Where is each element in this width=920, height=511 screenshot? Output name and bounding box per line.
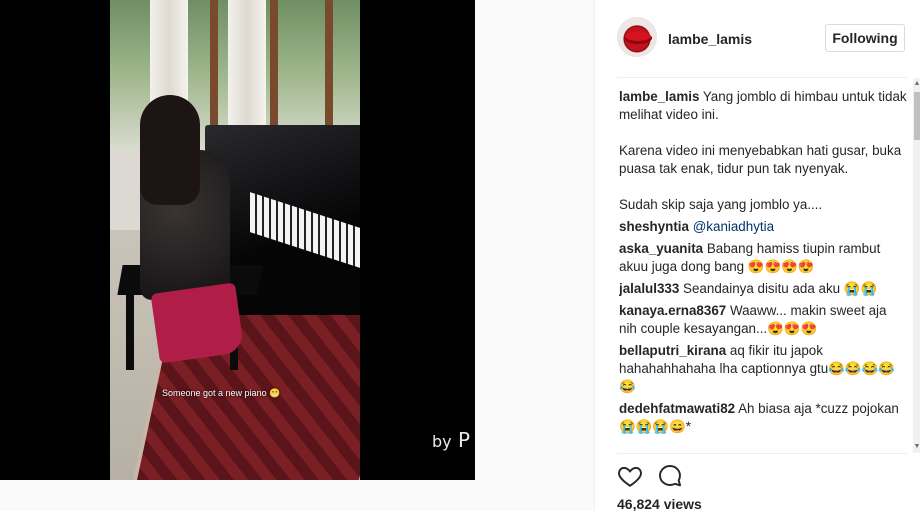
comment-mention[interactable]: @kaniadhytia (693, 219, 774, 234)
comments-scrollbar[interactable]: ▲ ▼ (913, 78, 920, 453)
heart-icon (618, 466, 642, 487)
comment-icon (659, 465, 682, 487)
comment-item: bellaputri_kirana aq fikir itu japok hah… (619, 342, 907, 396)
post-username[interactable]: lambe_lamis (668, 31, 752, 47)
watermark-by: by (432, 432, 452, 451)
like-button[interactable] (617, 463, 643, 489)
comment-username[interactable]: kanaya.erna8367 (619, 303, 726, 318)
grin-emoji-icon: 😬 (269, 388, 281, 398)
watermark-mark: P (457, 428, 471, 452)
scroll-up-arrow-icon[interactable]: ▲ (913, 80, 920, 88)
comment-button[interactable] (657, 463, 683, 489)
instagram-post-page: Someone got a new piano 😬 by P lambe_lam… (0, 0, 920, 511)
actions-divider (617, 453, 907, 454)
comment-item: kanaya.erna8367 Waaww... makin sweet aja… (619, 302, 907, 338)
caption-paragraph: Karena video ini menyebabkan hati gusar,… (619, 143, 902, 176)
caption-paragraph: Sudah skip saja yang jomblo ya.... (619, 197, 823, 212)
post-side-panel: lambe_lamis Following lambe_lamis Yang j… (594, 0, 920, 511)
caption-username[interactable]: lambe_lamis (619, 89, 699, 104)
view-count: 46,824 views (617, 496, 702, 511)
comment-username[interactable]: bellaputri_kirana (619, 343, 726, 358)
comment-username[interactable]: sheshyntia (619, 219, 689, 234)
magenta-cloth (150, 282, 245, 364)
comment-item: aska_yuanita Babang hamiss tiupin rambut… (619, 240, 907, 276)
scrollbar-thumb[interactable] (914, 92, 920, 140)
avatar[interactable] (617, 17, 657, 57)
bench-leg (126, 290, 134, 370)
video-watermark: by P (432, 428, 470, 452)
comment-item: sheshyntia @kaniadhytia (619, 218, 907, 236)
post-header: lambe_lamis Following (595, 0, 920, 77)
comment-username[interactable]: aska_yuanita (619, 241, 703, 256)
post-caption: lambe_lamis Yang jomblo di himbau untuk … (619, 88, 907, 214)
caption-paragraph: lambe_lamis Yang jomblo di himbau untuk … (619, 88, 907, 124)
header-divider (617, 77, 907, 78)
media-area: Someone got a new piano 😬 by P (0, 0, 594, 511)
video-caption-text: Someone got a new piano (162, 388, 267, 398)
person-hair (140, 95, 200, 205)
scroll-down-arrow-icon[interactable]: ▼ (913, 443, 920, 451)
comments-list[interactable]: lambe_lamis Yang jomblo di himbau untuk … (619, 88, 907, 453)
video-frame[interactable]: Someone got a new piano 😬 (110, 0, 360, 480)
curtain (228, 0, 266, 140)
comment-item: dedehfatmawati82 Ah biasa aja *cuzz pojo… (619, 400, 907, 436)
comment-username[interactable]: dedehfatmawati82 (619, 401, 735, 416)
comment-text: Seandainya disitu ada aku 😭😭 (683, 281, 878, 296)
comment-item: jalalul333 Seandainya disitu ada aku 😭😭 (619, 280, 907, 298)
video-caption-overlay: Someone got a new piano 😬 (162, 388, 280, 399)
video-player[interactable]: Someone got a new piano 😬 by P (0, 0, 475, 480)
lips-icon (624, 32, 652, 44)
comment-username[interactable]: jalalul333 (619, 281, 679, 296)
following-button[interactable]: Following (825, 24, 905, 52)
